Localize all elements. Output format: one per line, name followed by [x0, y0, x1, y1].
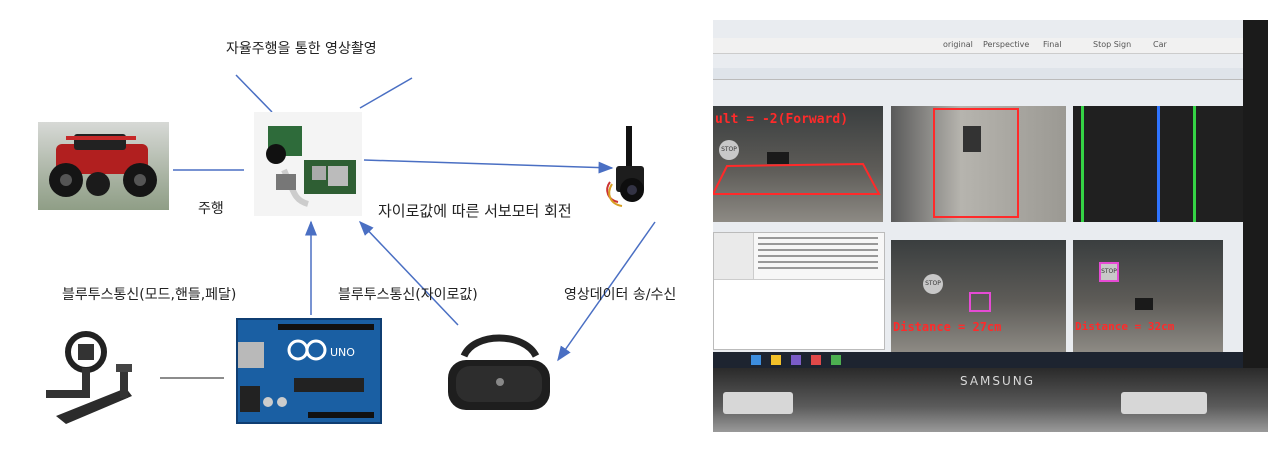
taskbar-app-icon[interactable] [771, 355, 781, 365]
stop-sign-panel: STOP Distance = 27cm [891, 240, 1066, 352]
filming-line-right [359, 77, 413, 109]
lane-overlay [713, 152, 881, 195]
distance-left-text: Distance = 27cm [893, 320, 1002, 334]
steering-wheel-image [36, 318, 156, 428]
drive-label: 주행 [198, 201, 224, 217]
filming-line-left [235, 74, 273, 113]
hinge-left [723, 392, 793, 414]
bt-gyro-label: 블루투스통신(자이로값) [338, 287, 478, 303]
tab-perspective[interactable]: Perspective [983, 40, 1029, 49]
video-label: 영상데이터 송/수신 [564, 287, 677, 303]
brand-logo: SAMSUNG [960, 374, 1036, 388]
taskbar-app-icon[interactable] [831, 355, 841, 365]
distance-right-text: Distance = 32cm [1075, 320, 1175, 333]
vr-headset-image [444, 326, 554, 426]
rc-car-icon [49, 134, 157, 197]
taskbar-app-icon[interactable] [751, 355, 761, 365]
arduino-uno-text: UNO [330, 346, 355, 359]
camera-board-icon [266, 126, 356, 207]
camera-board-image [254, 112, 362, 216]
result-panel: ult = -2(Forward) STOP [713, 106, 883, 222]
taskbar-app-icon[interactable] [791, 355, 801, 365]
stop-sign-icon-3: STOP [1099, 262, 1119, 282]
fpv-camera-icon [606, 126, 644, 207]
arduino-uno-image: UNO [236, 318, 382, 424]
steering-wheel-icon [46, 331, 132, 424]
rc-car-image [38, 122, 169, 210]
perspective-car [963, 126, 981, 152]
taskbar-app-icon[interactable] [811, 355, 821, 365]
windows-taskbar [713, 352, 1243, 368]
stop-sign-icon-2: STOP [923, 274, 943, 294]
tab-car[interactable]: Car [1153, 40, 1167, 49]
tab-final[interactable]: Final [1043, 40, 1061, 49]
detected-car [1135, 298, 1153, 310]
arduino-board-icon: UNO [238, 324, 374, 418]
tab-original[interactable]: original [943, 40, 973, 49]
laptop-photo: original Perspective Final Stop Sign Car… [713, 20, 1268, 432]
bt-mode-label: 블루투스통신(모드,핸들,페달) [62, 287, 237, 303]
code-panel [713, 232, 885, 350]
bt-gyro-arrow-headset [358, 220, 459, 326]
car-detection-box [969, 292, 991, 312]
vr-headset-icon [448, 334, 550, 410]
window-menubar [713, 68, 1243, 80]
hinge-right [1121, 392, 1207, 414]
perspective-box [933, 108, 1019, 218]
final-panel [1073, 106, 1243, 222]
car-panel: STOP Distance = 32cm [1073, 240, 1223, 352]
servo-label: 자이로값에 따른 서보모터 회전 [378, 202, 572, 220]
filming-label: 자율주행을 통한 영상촬영 [226, 41, 377, 57]
servo-arrow [363, 159, 614, 174]
window-taskbar-top: original Perspective Final Stop Sign Car [713, 38, 1243, 54]
tab-stop-sign[interactable]: Stop Sign [1093, 40, 1131, 49]
laptop-screen: original Perspective Final Stop Sign Car… [713, 20, 1243, 368]
fpv-camera-image [600, 120, 662, 216]
perspective-panel [891, 106, 1066, 222]
